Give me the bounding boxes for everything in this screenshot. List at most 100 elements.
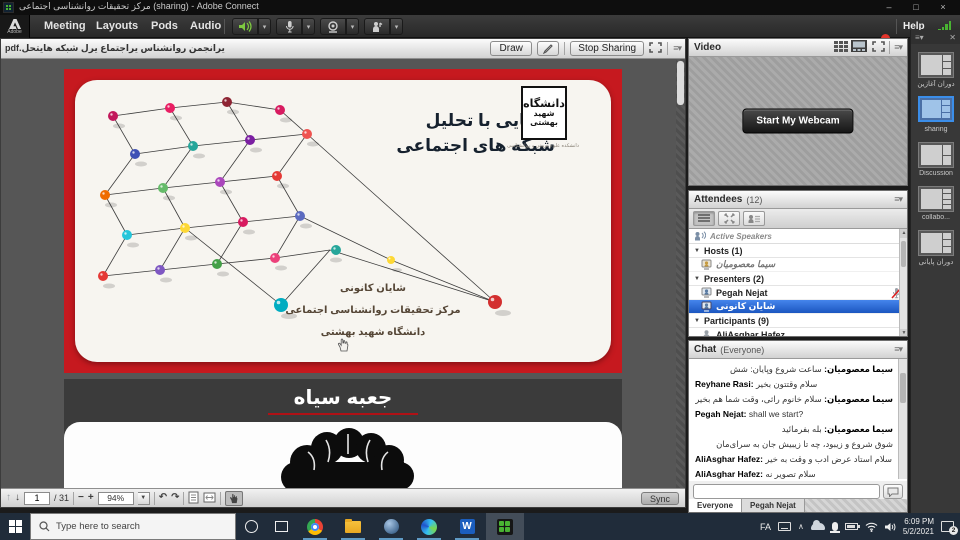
layout-thumb-collaboration[interactable] bbox=[918, 186, 954, 212]
speaker-dropdown[interactable]: ▾ bbox=[258, 18, 271, 35]
menu-meeting[interactable]: Meeting bbox=[40, 15, 90, 38]
status-dropdown[interactable]: ▾ bbox=[390, 18, 403, 35]
task-view-icon[interactable] bbox=[275, 521, 288, 532]
chat-message: سیما معصومیان: سلام خانوم راثی، وقت شما … bbox=[695, 392, 893, 407]
video-pod-menu-icon[interactable]: ≡▾ bbox=[894, 42, 902, 53]
menu-layouts[interactable]: Layouts bbox=[92, 15, 142, 38]
start-button[interactable] bbox=[0, 513, 30, 540]
send-message-button[interactable] bbox=[883, 484, 903, 499]
host-name: سیما معصومیان bbox=[716, 259, 775, 270]
chat-tab-private[interactable]: Pegah Nejat bbox=[742, 499, 805, 512]
onedrive-icon[interactable] bbox=[811, 523, 825, 530]
layouts-sidebar-topbar: ≡▾ ✕ bbox=[911, 30, 960, 44]
keyboard-icon[interactable] bbox=[778, 522, 791, 531]
taskbar-adobe-connect-icon[interactable] bbox=[486, 513, 524, 540]
cortana-icon[interactable] bbox=[245, 520, 258, 533]
layout-thumb-sharing[interactable] bbox=[918, 96, 954, 122]
attendee-row-presenter2-selected[interactable]: شایان کانونی bbox=[689, 300, 907, 314]
volume-icon[interactable] bbox=[885, 522, 896, 532]
chat-scrollbar[interactable] bbox=[898, 359, 907, 479]
layout-thumb-5[interactable] bbox=[918, 230, 954, 256]
webcam-button[interactable] bbox=[320, 18, 346, 35]
hidden-icons-chevron[interactable]: ∧ bbox=[798, 522, 804, 531]
presenter1-name: Pegah Nejat bbox=[716, 288, 768, 298]
video-fullscreen-icon[interactable] bbox=[872, 41, 885, 55]
active-speakers-row: Active Speakers bbox=[689, 229, 907, 244]
fit-page-icon[interactable] bbox=[188, 491, 199, 506]
chat-input[interactable] bbox=[693, 484, 880, 499]
microphone-button[interactable] bbox=[276, 18, 302, 35]
taskbar-search[interactable]: Type here to search bbox=[30, 513, 236, 540]
filmstrip-view-icon[interactable] bbox=[851, 40, 867, 55]
webcam-dropdown[interactable]: ▾ bbox=[346, 18, 359, 35]
participants-group-header[interactable]: ▼Participants (9) bbox=[689, 314, 907, 328]
taskbar-app-icon[interactable] bbox=[372, 513, 410, 540]
attendee-list-view-button[interactable] bbox=[693, 211, 715, 226]
layout-thumb-1[interactable] bbox=[918, 52, 954, 78]
attendee-row-host[interactable]: سیما معصومیان bbox=[689, 258, 907, 272]
video-pod-header: Video ≡▾ bbox=[689, 39, 907, 57]
taskbar-explorer-icon[interactable] bbox=[334, 513, 372, 540]
maximize-button[interactable]: □ bbox=[905, 0, 927, 14]
zoom-dropdown[interactable]: ▼ bbox=[138, 492, 150, 505]
share-content[interactable]: آشنایی با تحلیل شبکه های اجتماعی دانشگاه… bbox=[1, 59, 685, 488]
wifi-icon[interactable] bbox=[865, 522, 878, 532]
menu-pods[interactable]: Pods bbox=[147, 15, 182, 38]
taskbar-clock[interactable]: 6:09 PM 5/2/2021 bbox=[903, 517, 934, 537]
page-up-icon[interactable]: ↑ bbox=[6, 492, 11, 504]
attendees-header: Attendees (12) ≡▾ bbox=[689, 191, 907, 209]
zoom-in-icon[interactable]: + bbox=[88, 492, 94, 504]
chat-message: Reyhane Rasi: سلام وقتتون بخیر bbox=[695, 377, 893, 392]
microphone-dropdown[interactable]: ▾ bbox=[302, 18, 315, 35]
taskbar-word-icon[interactable]: W bbox=[448, 513, 486, 540]
page-down-icon[interactable]: ↓ bbox=[15, 492, 20, 504]
battery-icon[interactable] bbox=[845, 523, 858, 530]
university-logo: دانشگاه شهید بهشتی bbox=[521, 86, 567, 140]
fit-width-icon[interactable] bbox=[203, 491, 216, 506]
hand-tool-button[interactable] bbox=[225, 491, 243, 506]
taskbar-edge-icon[interactable] bbox=[410, 513, 448, 540]
grid-view-icon[interactable] bbox=[834, 41, 848, 55]
layout-label-5: دوران پایانی bbox=[911, 258, 960, 266]
chat-menu-icon[interactable]: ≡▾ bbox=[894, 344, 902, 355]
page-number-input[interactable] bbox=[24, 492, 50, 505]
pointer-pen-button[interactable] bbox=[537, 41, 559, 56]
breakout-view-button[interactable] bbox=[718, 211, 740, 226]
presenters-group-header[interactable]: ▼Presenters (2) bbox=[689, 272, 907, 286]
layouts-menu-icon[interactable]: ≡▾ bbox=[915, 33, 924, 42]
draw-button[interactable]: Draw bbox=[490, 41, 532, 56]
sync-button[interactable]: Sync bbox=[641, 492, 679, 505]
menu-audio[interactable]: Audio bbox=[186, 15, 225, 38]
attendee-status-view-button[interactable] bbox=[743, 211, 765, 226]
rotate-left-icon[interactable]: ↶ bbox=[159, 492, 167, 504]
chat-message: AliAsghar Hafez: سلام استاد عرض ادب و وق… bbox=[695, 452, 893, 467]
slide-card: آشنایی با تحلیل شبکه های اجتماعی دانشگاه… bbox=[75, 80, 611, 362]
fullscreen-icon[interactable] bbox=[649, 40, 662, 58]
layout-thumb-discussion[interactable] bbox=[918, 142, 954, 168]
chat-tab-everyone[interactable]: Everyone bbox=[689, 499, 742, 512]
speaker-button[interactable] bbox=[232, 18, 258, 35]
notification-center-icon[interactable]: 2 bbox=[941, 521, 954, 532]
minimize-button[interactable]: – bbox=[878, 0, 900, 14]
layouts-close-icon[interactable]: ✕ bbox=[949, 33, 956, 42]
attendee-row-presenter1[interactable]: Pegah Nejat bbox=[689, 286, 907, 300]
share-pod-header: pdf.یرانجمن روانشناس یراجتماع یرل شبکه ه… bbox=[1, 39, 685, 59]
attendee-row-participant1[interactable]: AliAsghar Hafez bbox=[689, 328, 907, 337]
zoom-out-icon[interactable]: − bbox=[78, 492, 84, 504]
attendees-menu-icon[interactable]: ≡▾ bbox=[894, 194, 902, 205]
start-webcam-button[interactable]: Start My Webcam bbox=[742, 109, 853, 134]
slide-page-1: آشنایی با تحلیل شبکه های اجتماعی دانشگاه… bbox=[64, 69, 622, 373]
taskbar-chrome-icon[interactable] bbox=[296, 513, 334, 540]
close-button[interactable]: × bbox=[932, 0, 954, 14]
rotate-right-icon[interactable]: ↷ bbox=[171, 492, 179, 504]
share-vertical-scrollbar[interactable] bbox=[676, 59, 685, 488]
slide-page-2: جعبه سیاه bbox=[64, 379, 622, 488]
active-speaker-icon bbox=[694, 231, 706, 241]
status-button[interactable] bbox=[364, 18, 390, 35]
hosts-group-header[interactable]: ▼Hosts (1) bbox=[689, 244, 907, 258]
stop-sharing-button[interactable]: Stop Sharing bbox=[570, 41, 644, 56]
attendees-scrollbar[interactable]: ▲▼ bbox=[899, 229, 907, 337]
pod-menu-icon[interactable]: ≡▾ bbox=[673, 43, 681, 54]
language-indicator[interactable]: FA bbox=[760, 522, 771, 532]
tray-microphone-icon[interactable] bbox=[832, 522, 838, 531]
